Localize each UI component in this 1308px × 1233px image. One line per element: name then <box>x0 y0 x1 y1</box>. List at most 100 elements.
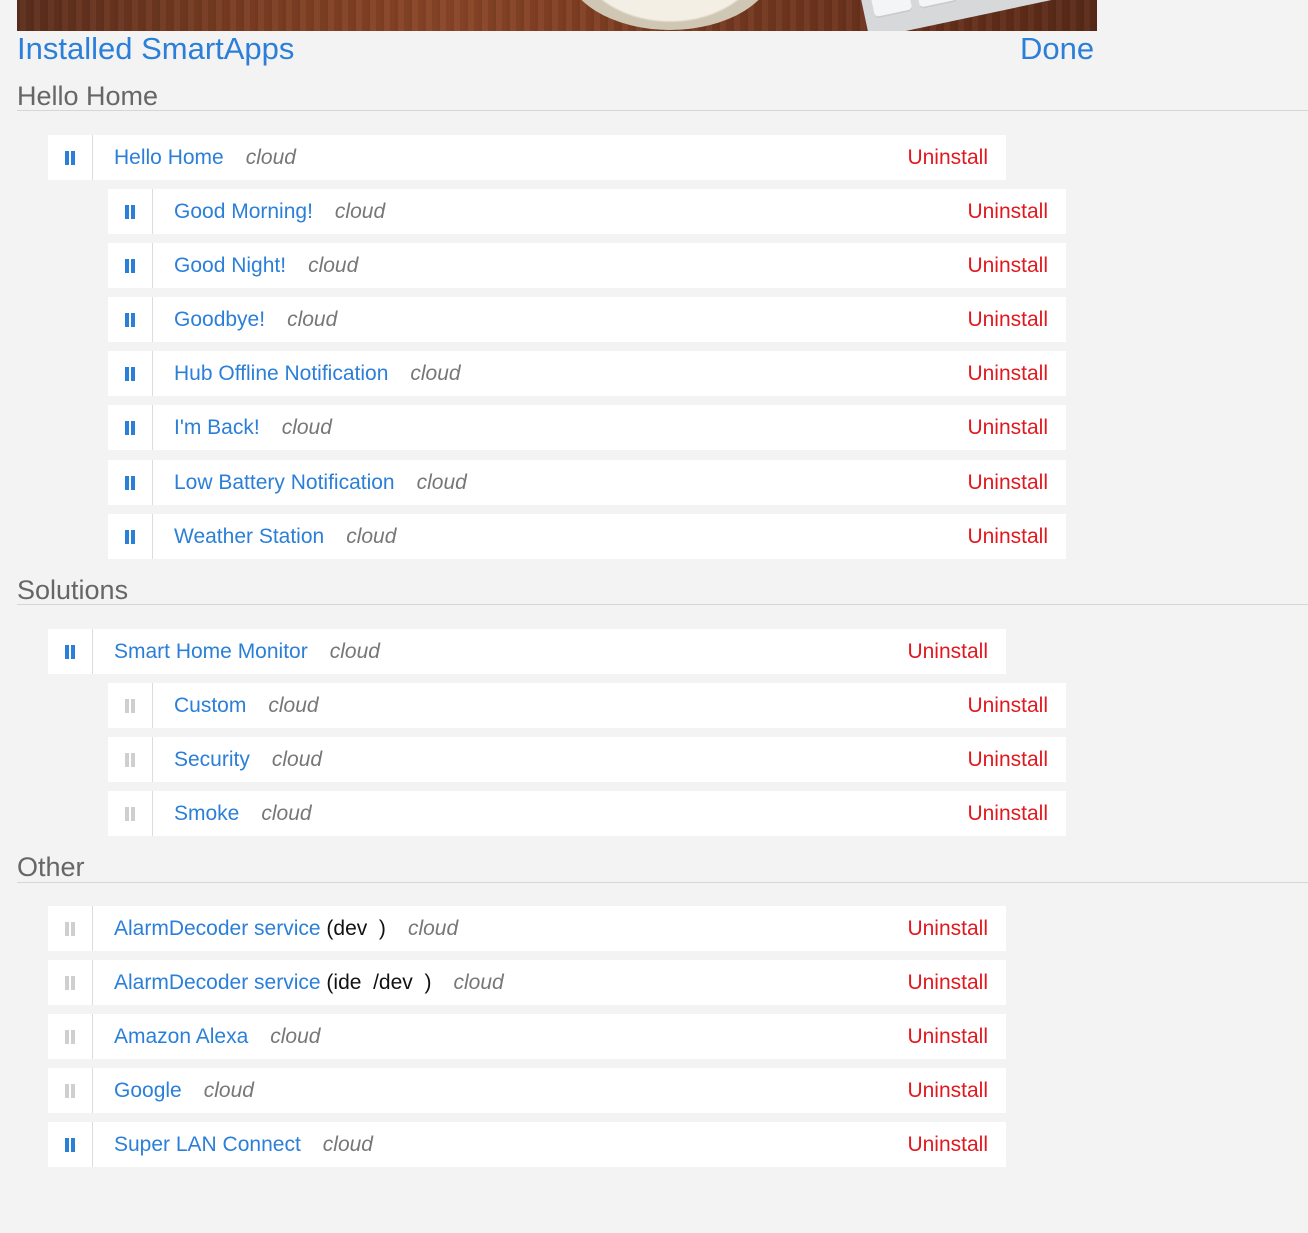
smartapp-type-label: cloud <box>203 1078 254 1102</box>
smartapp-name-link[interactable]: Google <box>114 1079 182 1103</box>
smartapp-row: AlarmDecoder service (ide /dev ) cloud Uni… <box>48 960 1006 1005</box>
section-divider <box>17 882 1308 883</box>
section-title-hello-home: Hello Home <box>17 81 159 111</box>
uninstall-button[interactable]: Uninstall <box>967 254 1048 278</box>
uninstall-button[interactable]: Uninstall <box>967 748 1048 772</box>
pause-icon[interactable] <box>65 1137 75 1152</box>
smartapp-row: Security cloud Uninstall <box>108 737 1066 782</box>
pause-icon[interactable] <box>125 529 135 544</box>
uninstall-button[interactable]: Uninstall <box>907 971 988 995</box>
smartapp-name-link[interactable]: Smoke <box>174 802 239 826</box>
smartapp-type-label: cloud <box>281 415 332 439</box>
smartapp-row: Custom cloud Uninstall <box>108 683 1066 728</box>
smartapp-name-link[interactable]: Hub Offline Notification <box>174 362 388 386</box>
smartapp-row: Super LAN Connect cloud Uninstall <box>48 1122 1006 1167</box>
pause-cell <box>108 351 153 396</box>
uninstall-button[interactable]: Uninstall <box>967 200 1048 224</box>
pause-cell <box>108 514 153 559</box>
smartapp-location-label: (ide /dev ) <box>320 970 432 994</box>
keyboard-key: A <box>913 0 958 10</box>
pause-cell <box>108 737 153 782</box>
smartapp-type-label: cloud <box>453 970 504 994</box>
uninstall-button[interactable]: Uninstall <box>907 146 988 170</box>
smartapp-row: Good Night! cloud Uninstall <box>108 243 1066 288</box>
smartapp-name-link[interactable]: Good Night! <box>174 254 286 278</box>
smartapp-name-link[interactable]: Goodbye! <box>174 308 265 332</box>
smartapp-name-link[interactable]: Good Morning! <box>174 200 313 224</box>
smartapp-name-link[interactable]: AlarmDecoder service <box>114 971 321 995</box>
uninstall-button[interactable]: Uninstall <box>907 1025 988 1049</box>
pause-cell <box>108 243 153 288</box>
smartapp-name-link[interactable]: I'm Back! <box>174 416 260 440</box>
pause-cell <box>48 1068 93 1113</box>
uninstall-button[interactable]: Uninstall <box>967 694 1048 718</box>
uninstall-button[interactable]: Uninstall <box>967 362 1048 386</box>
section-title-solutions: Solutions <box>17 575 129 605</box>
uninstall-button[interactable]: Uninstall <box>967 308 1048 332</box>
uninstall-button[interactable]: Uninstall <box>907 1079 988 1103</box>
pause-icon[interactable] <box>65 921 75 936</box>
pause-cell <box>48 906 93 951</box>
pause-icon[interactable] <box>125 420 135 435</box>
pause-icon[interactable] <box>125 698 135 713</box>
pause-icon[interactable] <box>125 475 135 490</box>
smartapp-name-link[interactable]: Super LAN Connect <box>114 1133 301 1157</box>
smartapp-name-link[interactable]: Security <box>174 748 250 772</box>
installed-smartapps-page: A R Installed SmartApps Done Hello Home … <box>0 0 1308 1233</box>
keyboard-key <box>868 0 913 20</box>
smartapp-type-label: cloud <box>410 361 461 385</box>
pause-icon[interactable] <box>125 806 135 821</box>
pause-cell <box>48 1014 93 1059</box>
pause-cell <box>108 297 153 342</box>
smartapp-row: Hello Home cloud Uninstall <box>48 135 1006 180</box>
smartapp-name-link[interactable]: Smart Home Monitor <box>114 640 308 664</box>
smartapp-name-link[interactable]: Hello Home <box>114 146 224 170</box>
section-title-other: Other <box>17 852 85 882</box>
pause-cell <box>48 960 93 1005</box>
pause-icon[interactable] <box>65 1083 75 1098</box>
uninstall-button[interactable]: Uninstall <box>967 471 1048 495</box>
pause-icon[interactable] <box>125 752 135 767</box>
pause-icon[interactable] <box>65 150 75 165</box>
smartapp-row: Smoke cloud Uninstall <box>108 791 1066 836</box>
pause-icon[interactable] <box>65 975 75 990</box>
smartapp-row: I'm Back! cloud Uninstall <box>108 405 1066 450</box>
smartapp-name-link[interactable]: Low Battery Notification <box>174 471 395 495</box>
pause-cell <box>108 189 153 234</box>
smartapp-name-link[interactable]: AlarmDecoder service <box>114 917 321 941</box>
pause-icon[interactable] <box>125 366 135 381</box>
pause-cell <box>108 791 153 836</box>
smartapp-row: Google cloud Uninstall <box>48 1068 1006 1113</box>
uninstall-button[interactable]: Uninstall <box>967 416 1048 440</box>
uninstall-button[interactable]: Uninstall <box>907 640 988 664</box>
smartapp-row: AlarmDecoder service (dev ) cloud Uninstal… <box>48 906 1006 951</box>
pause-icon[interactable] <box>125 312 135 327</box>
pause-cell <box>48 1122 93 1167</box>
section-divider <box>17 110 1308 111</box>
smartapp-type-label: cloud <box>346 524 397 548</box>
smartapp-type-label: cloud <box>268 693 319 717</box>
pause-cell <box>48 135 93 180</box>
pause-icon[interactable] <box>125 204 135 219</box>
smartapp-name-link[interactable]: Custom <box>174 694 246 718</box>
pause-icon[interactable] <box>65 644 75 659</box>
page-title: Installed SmartApps <box>17 31 295 66</box>
smartapp-row: Good Morning! cloud Uninstall <box>108 189 1066 234</box>
smartapp-type-label: cloud <box>322 1132 373 1156</box>
pause-icon[interactable] <box>65 1029 75 1044</box>
uninstall-button[interactable]: Uninstall <box>907 1133 988 1157</box>
pause-icon[interactable] <box>125 258 135 273</box>
smartapp-type-label: cloud <box>261 801 312 825</box>
pause-cell <box>108 460 153 505</box>
smartapp-name-link[interactable]: Amazon Alexa <box>114 1025 248 1049</box>
uninstall-button[interactable]: Uninstall <box>907 917 988 941</box>
smartapp-type-label: cloud <box>329 639 380 663</box>
smartapp-row: Goodbye! cloud Uninstall <box>108 297 1066 342</box>
header-banner-image: A R <box>17 0 1097 31</box>
done-button[interactable]: Done <box>1020 30 1094 68</box>
smartapp-location-label: (dev ) <box>320 916 386 940</box>
uninstall-button[interactable]: Uninstall <box>967 802 1048 826</box>
smartapp-type-label: cloud <box>416 470 467 494</box>
uninstall-button[interactable]: Uninstall <box>967 525 1048 549</box>
smartapp-name-link[interactable]: Weather Station <box>174 525 324 549</box>
